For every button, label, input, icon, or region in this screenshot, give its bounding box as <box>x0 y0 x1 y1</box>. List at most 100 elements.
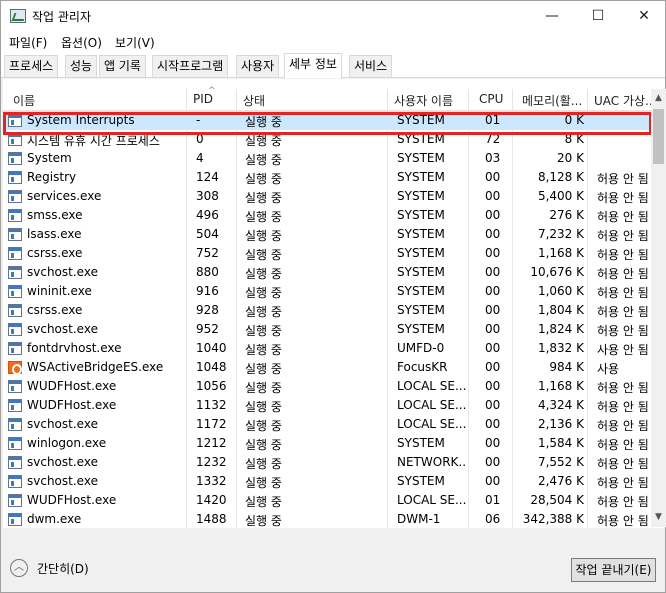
table-row[interactable]: WUDFHost.exe 1420 실행 중 LOCAL SE... 01 28,504 … <box>3 491 651 510</box>
table-header: 이름 ^ PID 상태 사용자 이름 CPU 메모리(활... UAC 가상..… <box>3 86 651 111</box>
app-window-icon <box>8 266 22 279</box>
cell-cpu: 00 <box>485 474 501 488</box>
cell-name: lsass.exe <box>27 227 82 241</box>
table-row[interactable]: svchost.exe 1172 실행 중 LOCAL SE... 00 2,136 K 허… <box>3 415 651 434</box>
tab-performance[interactable]: 성능 <box>65 55 98 77</box>
cell-cpu: 00 <box>485 360 501 374</box>
menu-file[interactable]: 파일(F) <box>9 34 47 51</box>
app-window-icon <box>8 494 22 507</box>
vertical-scrollbar[interactable]: ▲ ▼ <box>651 89 666 527</box>
table-row[interactable]: services.exe 308 실행 중 SYSTEM 00 5,400 K 허용 안 됨 <box>3 187 651 206</box>
cell-name: svchost.exe <box>27 417 98 431</box>
table-row[interactable]: WSActiveBridgeES.exe 1048 실행 중 FocusKR 00 984… <box>3 358 651 377</box>
tab-startup[interactable]: 시작프로그램 <box>152 55 229 77</box>
cell-uac: 사용 안 됨 <box>597 343 649 357</box>
cell-pid: 1040 <box>196 341 227 355</box>
close-button[interactable]: ✕ <box>621 1 666 31</box>
cell-memory: 8,128 K <box>537 170 584 184</box>
column-header-user[interactable]: 사용자 이름 <box>394 92 466 109</box>
table-row[interactable]: winlogon.exe 1212 실행 중 SYSTEM 00 1,584 K 허용 안 … <box>3 434 651 453</box>
cell-uac: 허용 안 됨 <box>597 286 649 300</box>
cell-cpu: 00 <box>485 436 501 450</box>
table-row[interactable]: wininit.exe 916 실행 중 SYSTEM 00 1,060 K 허용 안 됨 <box>3 282 651 301</box>
column-divider[interactable] <box>236 89 237 111</box>
cell-pid: 916 <box>196 284 219 298</box>
column-divider[interactable] <box>512 89 513 111</box>
table-row[interactable]: csrss.exe 928 실행 중 SYSTEM 00 1,804 K 허용 안 됨 <box>3 301 651 320</box>
cell-status: 실행 중 <box>245 514 282 528</box>
title-bar[interactable]: 작업 관리자 — ☐ ✕ <box>1 1 665 31</box>
end-task-button[interactable]: 작업 끝내기(E) <box>571 558 656 582</box>
cell-memory: 4,324 K <box>537 398 584 412</box>
cell-status: 실행 중 <box>245 153 282 167</box>
cell-status: 실행 중 <box>245 229 282 243</box>
cell-status: 실행 중 <box>245 457 282 471</box>
column-header-memory[interactable]: 메모리(활... <box>522 92 584 109</box>
cell-cpu: 00 <box>485 265 501 279</box>
cell-memory: 1,824 K <box>537 322 584 336</box>
column-header-cpu[interactable]: CPU <box>479 92 509 106</box>
column-divider[interactable] <box>186 89 187 111</box>
cell-uac: 사용 <box>597 362 620 376</box>
cell-status: 실행 중 <box>245 343 282 357</box>
cell-memory: 7,232 K <box>537 227 584 241</box>
table-row[interactable]: smss.exe 496 실행 중 SYSTEM 00 276 K 허용 안 됨 <box>3 206 651 225</box>
cell-status: 실행 중 <box>245 381 282 395</box>
cell-cpu: 00 <box>485 170 501 184</box>
tab-services[interactable]: 서비스 <box>349 55 393 77</box>
cell-pid: 1212 <box>196 436 227 450</box>
column-divider[interactable] <box>468 89 469 111</box>
tab-processes[interactable]: 프로세스 <box>4 55 59 77</box>
cell-name: csrss.exe <box>27 303 83 317</box>
cell-status: 실행 중 <box>245 286 282 300</box>
table-row[interactable]: svchost.exe 880 실행 중 SYSTEM 00 10,676 K 허용 안 됨 <box>3 263 651 282</box>
cell-pid: 928 <box>196 303 219 317</box>
scroll-up-icon[interactable]: ▲ <box>652 93 665 105</box>
table-row[interactable]: fontdrvhost.exe 1040 실행 중 UMFD-0 00 1,832 K 사용… <box>3 339 651 358</box>
cell-uac: 허용 안 됨 <box>597 229 649 243</box>
app-window-icon <box>8 247 22 260</box>
column-divider[interactable] <box>587 89 588 111</box>
table-row[interactable]: svchost.exe 952 실행 중 SYSTEM 00 1,824 K 허용 안 됨 <box>3 320 651 339</box>
table-row[interactable]: svchost.exe 1232 실행 중 NETWORK... 00 7,552 K 허용… <box>3 453 651 472</box>
maximize-button[interactable]: ☐ <box>575 1 621 31</box>
cell-memory: 342,388 K <box>522 512 584 526</box>
cell-name: svchost.exe <box>27 455 98 469</box>
tab-app-history[interactable]: 앱 기록 <box>99 55 146 77</box>
cell-status: 실행 중 <box>245 267 282 281</box>
app-window-icon <box>8 209 22 222</box>
column-header-name[interactable]: 이름 <box>13 92 183 109</box>
column-header-status[interactable]: 상태 <box>243 92 383 109</box>
table-row[interactable]: lsass.exe 504 실행 중 SYSTEM 00 7,232 K 허용 안 됨 <box>3 225 651 244</box>
cell-status: 실행 중 <box>245 191 282 205</box>
scroll-down-icon[interactable]: ▼ <box>652 512 665 524</box>
column-header-uac[interactable]: UAC 가상... <box>594 92 651 109</box>
cell-name: System <box>27 151 72 165</box>
column-header-pid[interactable]: PID <box>193 92 233 106</box>
cell-cpu: 00 <box>485 417 501 431</box>
menu-options[interactable]: 옵션(O) <box>61 34 102 51</box>
cell-user: LOCAL SE... <box>397 417 467 431</box>
tab-users[interactable]: 사용자 <box>236 55 280 77</box>
cell-status: 실행 중 <box>245 248 282 262</box>
table-row[interactable]: System 4 실행 중 SYSTEM 03 20 K <box>3 149 651 168</box>
table-row[interactable]: svchost.exe 1332 실행 중 SYSTEM 00 2,476 K 허용 안 됨 <box>3 472 651 491</box>
fewer-details-link[interactable]: 간단히(D) <box>37 560 89 577</box>
cell-memory: 1,832 K <box>537 341 584 355</box>
menu-view[interactable]: 보기(V) <box>115 34 155 51</box>
cell-name: WSActiveBridgeES.exe <box>27 360 164 374</box>
cell-user: SYSTEM <box>397 265 445 279</box>
table-row[interactable]: WUDFHost.exe 1132 실행 중 LOCAL SE... 00 4,324 K… <box>3 396 651 415</box>
minimize-button[interactable]: — <box>529 1 575 31</box>
table-row[interactable]: dwm.exe 1488 실행 중 DWM-1 06 342,388 K 허용 안 됨 <box>3 510 651 528</box>
scroll-thumb[interactable] <box>653 109 664 164</box>
cell-memory: 7,552 K <box>537 455 584 469</box>
table-row[interactable]: csrss.exe 752 실행 중 SYSTEM 00 1,168 K 허용 안 됨 <box>3 244 651 263</box>
table-row[interactable]: WUDFHost.exe 1056 실행 중 LOCAL SE... 00 1,168 K… <box>3 377 651 396</box>
column-divider[interactable] <box>387 89 388 111</box>
cell-cpu: 00 <box>485 341 501 355</box>
chevron-up-icon[interactable]: ︿ <box>10 559 28 577</box>
tab-details[interactable]: 세부 정보 <box>284 53 342 78</box>
app-window-icon <box>8 304 22 317</box>
table-row[interactable]: Registry 124 실행 중 SYSTEM 00 8,128 K 허용 안 됨 <box>3 168 651 187</box>
